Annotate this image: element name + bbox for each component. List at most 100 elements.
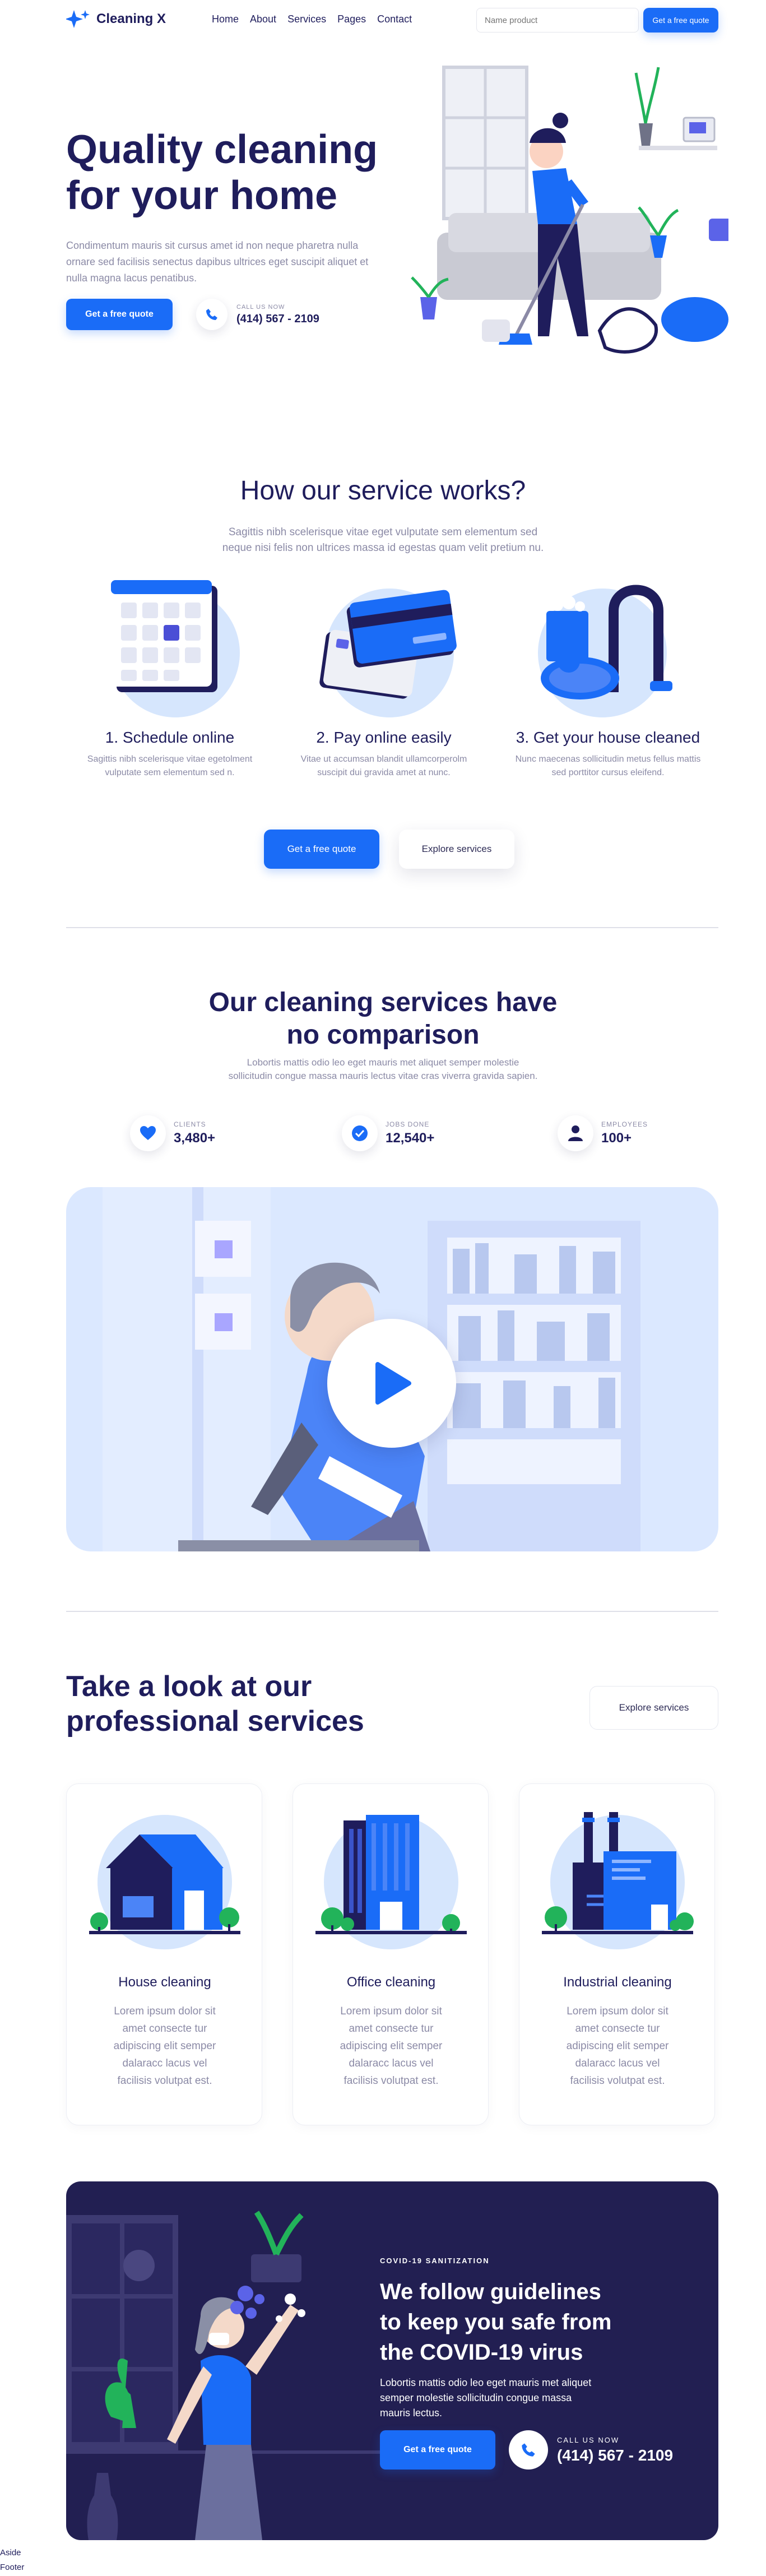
step-desc-line2: sed porttitor cursus eleifend. [551, 768, 665, 777]
service-desc-line: dalaracc lacus vel [349, 2058, 434, 2069]
nav-home[interactable]: Home [212, 13, 239, 25]
step-title: 3. Get your house cleaned [516, 729, 700, 746]
step-title: 2. Pay online easily [316, 729, 452, 746]
stat-value: 3,480+ [174, 1131, 216, 1146]
step-desc-line1: Vitae ut accumsan blandit ullamcorperolm [300, 754, 467, 764]
office-illustration [315, 1815, 467, 1949]
covid-body-line3: mauris lectus. [380, 2407, 443, 2419]
user-icon [558, 1115, 593, 1151]
service-desc: Lorem ipsum dolor sit amet consecte tur … [519, 2003, 716, 2089]
covid-panel: COVID-19 SANITIZATION We follow guidelin… [66, 2181, 718, 2540]
how-title: How our service works? [240, 476, 526, 506]
comparison-title-line1: Our cleaning services have [208, 988, 558, 1017]
nav-services[interactable]: Services [287, 13, 326, 25]
services-title-line2: professional services [66, 1705, 364, 1738]
hero-illustration [411, 66, 728, 354]
house-illustration [89, 1815, 240, 1949]
logo[interactable]: Cleaning X [66, 9, 166, 29]
hero-title-line1: Quality cleaning [66, 127, 378, 172]
services-title: Take a look at our professional services [66, 1669, 364, 1739]
section-divider [66, 1611, 718, 1612]
heart-icon [130, 1115, 166, 1151]
service-card-house[interactable]: House cleaning Lorem ipsum dolor sit ame… [66, 1783, 262, 2125]
stat-label: JOBS DONE [386, 1120, 430, 1128]
service-title: Office cleaning [346, 1975, 436, 1990]
aside-label: Aside [0, 2548, 21, 2558]
phone-icon [196, 299, 228, 330]
stat-label: CLIENTS [174, 1120, 206, 1128]
stat-value: 100+ [601, 1131, 632, 1146]
video-panel[interactable] [66, 1187, 718, 1551]
how-quote-button[interactable]: Get a free quote [264, 830, 379, 869]
service-desc-line: Lorem ipsum dolor sit [567, 2005, 668, 2017]
services-explore-button[interactable]: Explore services [589, 1686, 718, 1730]
hero-body: Condimentum mauris sit cursus amet id no… [66, 240, 369, 284]
nav-pages[interactable]: Pages [337, 13, 366, 25]
covid-quote-button[interactable]: Get a free quote [380, 2430, 495, 2470]
service-desc-line: adipiscing elit semper [566, 2040, 669, 2052]
nav-about[interactable]: About [250, 13, 276, 25]
header-quote-button[interactable]: Get a free quote [643, 8, 718, 33]
play-button[interactable] [327, 1319, 456, 1448]
how-explore-button[interactable]: Explore services [399, 830, 514, 869]
service-desc-line: amet consecte tur [575, 2023, 660, 2035]
step-desc-line2: suscipit dui gravida amet at nunc. [317, 768, 451, 777]
site-header: Cleaning X Home About Services Pages Con… [0, 0, 766, 39]
sparkle-logo-icon [66, 10, 90, 28]
main-nav: Home About Services Pages Contact [212, 13, 412, 25]
service-card-office[interactable]: Office cleaning Lorem ipsum dolor sit am… [293, 1783, 489, 2125]
factory-illustration [542, 1812, 694, 1949]
service-desc-line: facilisis volutpat est. [570, 2075, 665, 2087]
service-desc: Lorem ipsum dolor sit amet consecte tur … [293, 2003, 489, 2089]
comparison-title-line2: no comparison [286, 1020, 480, 1050]
stat-label: EMPLOYEES [601, 1120, 648, 1128]
covid-call[interactable]: CALL US NOW (414) 567 - 2109 [509, 2430, 673, 2470]
covid-title-line3: the COVID-19 virus [380, 2340, 583, 2365]
check-icon [342, 1115, 378, 1151]
service-title: House cleaning [118, 1975, 211, 1990]
covid-call-label: CALL US NOW [557, 2435, 620, 2444]
step-cleaned: 3. Get your house cleaned Nunc maecenas … [496, 729, 720, 778]
phone-icon [509, 2430, 548, 2470]
hero-title: Quality cleaning for your home [66, 127, 378, 219]
step-title: 1. Schedule online [105, 729, 235, 746]
vacuum-illustration [538, 585, 672, 717]
service-desc-line: facilisis volutpat est. [343, 2075, 439, 2087]
covid-body-line2: semper molestie sollicitudin congue mass… [380, 2392, 572, 2403]
hero-quote-button[interactable]: Get a free quote [66, 299, 173, 330]
logo-text: Cleaning X [96, 11, 166, 26]
nav-contact[interactable]: Contact [377, 13, 412, 25]
step-desc-line2: vulputate sem elementum sed n. [105, 768, 235, 777]
service-desc-line: amet consecte tur [349, 2023, 434, 2035]
covid-title-line2: to keep you safe from [380, 2310, 612, 2334]
hero-call-label: CALL US NOW [236, 303, 285, 311]
comparison-subtitle-line2: sollicitudin congue massa mauris lectus … [228, 1071, 538, 1081]
service-desc: Lorem ipsum dolor sit amet consecte tur … [67, 2003, 263, 2089]
covid-illustration [66, 2211, 380, 2540]
stat-employees: EMPLOYEES 100+ [558, 1115, 648, 1151]
service-desc-line: adipiscing elit semper [340, 2040, 443, 2052]
how-subtitle: Sagittis nibh scelerisque vitae eget vul… [0, 525, 766, 556]
hero-title-line2: for your home [66, 173, 338, 218]
step-desc-line1: Nunc maecenas sollicitudin metus fellus … [515, 754, 701, 764]
service-title: Industrial cleaning [563, 1975, 672, 1990]
play-icon [375, 1362, 411, 1405]
covid-body: Lobortis mattis odio leo eget mauris met… [380, 2375, 591, 2421]
service-card-industrial[interactable]: Industrial cleaning Lorem ipsum dolor si… [519, 1783, 715, 2125]
step-desc-line1: Sagittis nibh scelerisque vitae egetolme… [87, 754, 253, 764]
covid-title-line1: We follow guidelines [380, 2280, 601, 2304]
hero-phone: (414) 567 - 2109 [236, 312, 319, 325]
section-divider [66, 927, 718, 928]
covid-eyebrow: COVID-19 SANITIZATION [380, 2257, 490, 2265]
service-desc-line: dalaracc lacus vel [122, 2058, 207, 2069]
search-input[interactable] [476, 8, 639, 33]
hero-call[interactable]: CALL US NOW (414) 567 - 2109 [196, 299, 319, 330]
services-title-line1: Take a look at our [66, 1670, 312, 1703]
service-desc-line: adipiscing elit semper [113, 2040, 216, 2052]
comparison-subtitle-line1: Lobortis mattis odio leo eget mauris met… [247, 1057, 519, 1068]
service-desc-line: Lorem ipsum dolor sit [114, 2005, 216, 2017]
stat-clients: CLIENTS 3,480+ [130, 1115, 215, 1151]
footer-label: Footer [0, 2563, 25, 2572]
covid-phone: (414) 567 - 2109 [557, 2446, 674, 2464]
covid-body-line1: Lobortis mattis odio leo eget mauris met… [380, 2377, 592, 2388]
